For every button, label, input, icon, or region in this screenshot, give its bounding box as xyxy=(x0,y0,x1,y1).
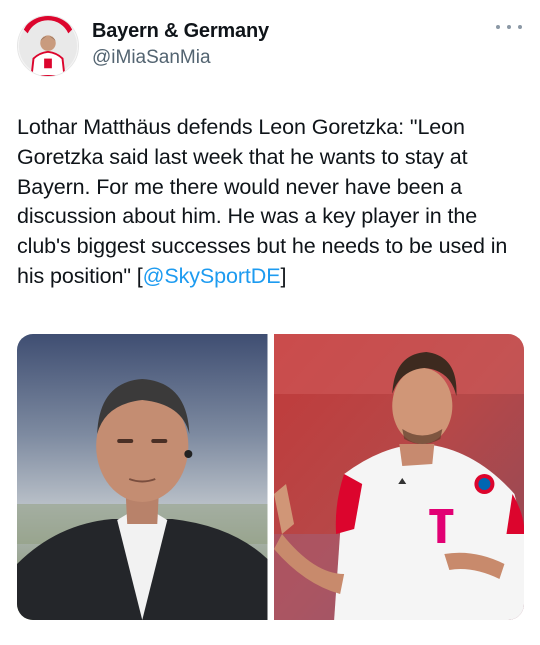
tweet-body: Lothar Matthäus defends Leon Goretzka: "… xyxy=(17,115,508,288)
footballer-image xyxy=(273,334,524,620)
mention-link[interactable]: @SkySportDE xyxy=(143,264,281,288)
author-avatar[interactable] xyxy=(17,15,79,77)
bayern-player-avatar-icon xyxy=(18,16,78,76)
man-in-suit-image xyxy=(17,334,268,620)
author-display-name[interactable]: Bayern & Germany xyxy=(92,20,269,43)
media-photo-right[interactable] xyxy=(273,334,524,620)
tweet-text: Lothar Matthäus defends Leon Goretzka: "… xyxy=(17,113,527,292)
more-options-icon[interactable] xyxy=(496,20,522,34)
author-handle[interactable]: @iMiaSanMia xyxy=(92,47,211,69)
media-photo-left[interactable] xyxy=(17,334,268,620)
tweet-body-end: ] xyxy=(280,263,287,288)
media-grid xyxy=(17,334,524,620)
